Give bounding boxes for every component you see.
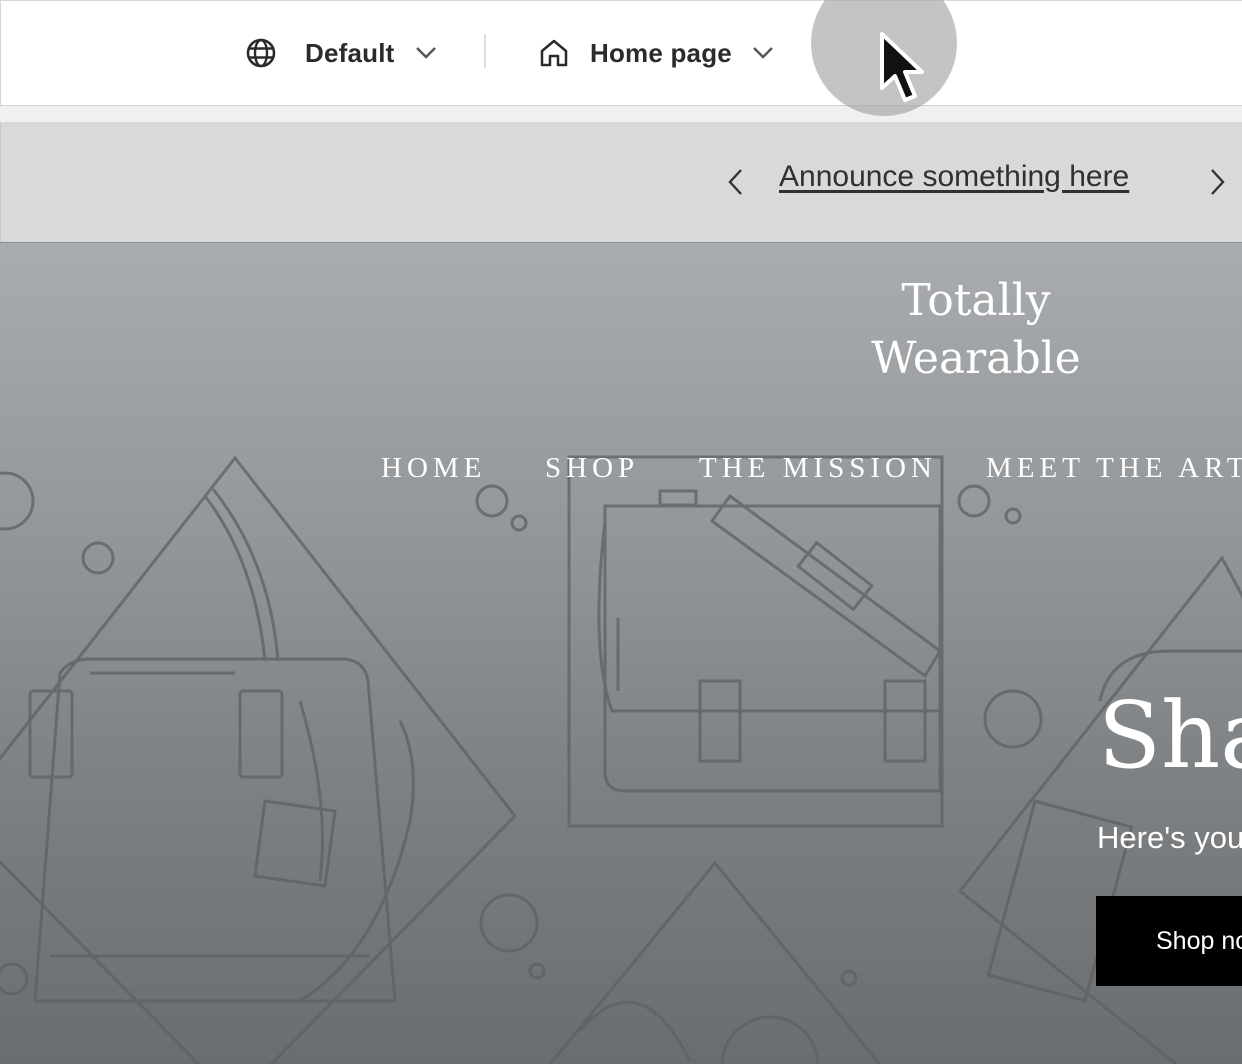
shop-now-button[interactable]: Shop no: [1096, 896, 1242, 986]
nav-the-mission[interactable]: THE MISSION: [699, 452, 937, 485]
chevron-down-icon: [752, 46, 774, 60]
globe-icon: [244, 36, 278, 70]
announcement-link[interactable]: Announce something here: [779, 160, 1129, 194]
chevron-down-icon: [415, 46, 437, 60]
store-logo[interactable]: Totally Wearable: [826, 272, 1126, 388]
preview-gap: [0, 106, 1242, 122]
page-selector[interactable]: Home page: [538, 1, 774, 105]
chevron-right-icon[interactable]: [1206, 166, 1228, 198]
nav-home[interactable]: HOME: [381, 452, 486, 485]
mouse-pointer-icon: [876, 30, 932, 115]
brand-line-1: Totally: [901, 275, 1051, 326]
locale-label: Default: [305, 37, 395, 68]
hero-title: Sha: [1098, 682, 1242, 789]
chevron-left-icon[interactable]: [725, 166, 747, 198]
brand-line-2: Wearable: [871, 333, 1081, 384]
toolbar-divider: [484, 34, 486, 68]
nav-meet-the-artist[interactable]: MEET THE ARTI: [986, 452, 1242, 485]
locale-selector[interactable]: Default: [244, 1, 437, 105]
hero-subtitle: Here's you: [1097, 820, 1242, 855]
page-label: Home page: [590, 37, 732, 68]
nav-shop[interactable]: SHOP: [545, 452, 639, 485]
editor-top-bar: Default Home page: [0, 0, 1242, 106]
home-icon: [538, 37, 570, 69]
